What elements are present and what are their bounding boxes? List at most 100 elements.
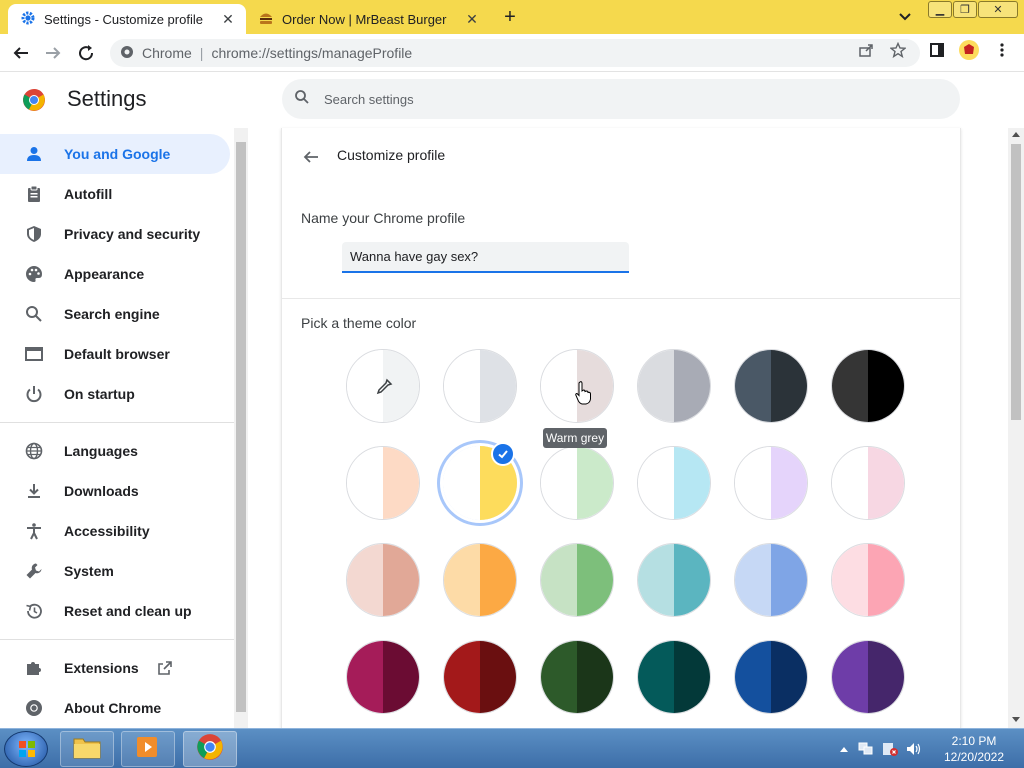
volume-icon[interactable] xyxy=(906,742,922,756)
network-icon[interactable] xyxy=(858,742,874,756)
theme-color-swatch[interactable] xyxy=(346,446,420,520)
maximize-icon[interactable]: ❐ xyxy=(953,1,977,18)
more-vert-icon[interactable] xyxy=(991,39,1013,61)
burger-icon xyxy=(258,10,274,29)
sidebar-item-label: System xyxy=(64,563,114,579)
sidebar-item-privacy-and-security[interactable]: Privacy and security xyxy=(0,214,230,254)
sidebar-item-extensions[interactable]: Extensions xyxy=(0,648,230,688)
theme-color-swatch[interactable] xyxy=(831,446,905,520)
chrome-chip-icon xyxy=(120,45,134,62)
chevron-down-icon[interactable] xyxy=(896,8,914,26)
swatch-right-half xyxy=(577,641,613,713)
theme-color-swatch[interactable] xyxy=(734,543,808,617)
theme-color-swatch[interactable] xyxy=(734,349,808,423)
tab-mrbeast-burger[interactable]: Order Now | MrBeast Burger ✕ xyxy=(250,4,490,34)
search-icon xyxy=(24,304,44,324)
theme-color-swatch[interactable] xyxy=(346,543,420,617)
sidebar-item-default-browser[interactable]: Default browser xyxy=(0,334,230,374)
swatch-right-half xyxy=(868,544,904,616)
selected-check-icon xyxy=(491,442,515,466)
theme-color-swatch[interactable] xyxy=(637,640,711,714)
sidebar-item-label: Reset and clean up xyxy=(64,603,192,619)
clock-date: 12/20/2022 xyxy=(943,750,1005,764)
section-divider xyxy=(282,298,960,299)
scroll-up-arrow-icon[interactable] xyxy=(1012,132,1020,137)
shield-icon xyxy=(24,224,44,244)
new-tab-button[interactable]: + xyxy=(498,7,522,29)
scrollbar-thumb[interactable] xyxy=(1011,144,1021,420)
main-scrollbar[interactable] xyxy=(1008,128,1024,728)
theme-color-swatch[interactable] xyxy=(831,543,905,617)
theme-color-swatch[interactable] xyxy=(831,349,905,423)
theme-color-swatch[interactable] xyxy=(637,446,711,520)
action-center-warning-icon[interactable] xyxy=(882,742,898,756)
close-tab-icon[interactable]: ✕ xyxy=(220,11,236,27)
close-tab-icon[interactable]: ✕ xyxy=(464,11,480,27)
scroll-down-arrow-icon[interactable] xyxy=(1012,717,1020,722)
address-bar[interactable]: Chrome | chrome://settings/manageProfile xyxy=(110,39,920,67)
swatch-left-half xyxy=(638,544,674,616)
tab-settings[interactable]: Settings - Customize profile ✕ xyxy=(8,4,246,34)
sidebar-item-search-engine[interactable]: Search engine xyxy=(0,294,230,334)
bookmark-star-icon[interactable] xyxy=(887,39,909,61)
theme-color-swatch[interactable] xyxy=(346,640,420,714)
theme-color-swatch[interactable] xyxy=(637,543,711,617)
theme-color-swatch[interactable] xyxy=(540,446,614,520)
chrome-taskbar-button[interactable] xyxy=(183,731,237,767)
theme-color-swatch[interactable] xyxy=(637,349,711,423)
show-hidden-icons-icon[interactable] xyxy=(840,746,848,752)
scrollbar-thumb[interactable] xyxy=(236,142,246,712)
back-arrow-icon[interactable] xyxy=(10,42,32,64)
sidebar-item-label: Autofill xyxy=(64,186,113,202)
sidebar-item-autofill[interactable]: Autofill xyxy=(0,174,230,214)
browser-toolbar: Chrome | chrome://settings/manageProfile xyxy=(0,34,1024,72)
start-button[interactable] xyxy=(4,731,48,767)
system-tray xyxy=(840,729,922,768)
sidebar-item-label: About Chrome xyxy=(64,700,162,716)
sidebar-item-downloads[interactable]: Downloads xyxy=(0,471,230,511)
swatch-right-half xyxy=(383,641,419,713)
minimize-icon[interactable]: ▁ xyxy=(928,1,952,18)
theme-color-swatch[interactable] xyxy=(540,640,614,714)
hand-cursor-icon xyxy=(575,381,591,410)
settings-search[interactable] xyxy=(282,79,960,119)
swatch-right-half xyxy=(674,447,710,519)
profile-avatar-icon[interactable] xyxy=(958,39,980,61)
sidebar-item-languages[interactable]: Languages xyxy=(0,431,230,471)
theme-color-swatch[interactable] xyxy=(443,543,517,617)
profile-name-input[interactable] xyxy=(342,242,629,273)
swatch-left-half xyxy=(638,447,674,519)
file-explorer-taskbar-button[interactable] xyxy=(60,731,114,767)
swatch-left-half xyxy=(735,641,771,713)
share-icon[interactable] xyxy=(855,39,877,61)
sidebar-item-system[interactable]: System xyxy=(0,551,230,591)
custom-color-swatch[interactable] xyxy=(346,349,420,423)
sidebar-item-accessibility[interactable]: Accessibility xyxy=(0,511,230,551)
sidebar-scrollbar[interactable] xyxy=(234,128,248,728)
swatch-right-half xyxy=(771,350,807,422)
swatch-left-half xyxy=(444,544,480,616)
sidebar-item-you-and-google[interactable]: You and Google xyxy=(0,134,230,174)
swatch-right-half xyxy=(480,544,516,616)
theme-color-swatch[interactable] xyxy=(831,640,905,714)
sidebar-item-reset-and-clean-up[interactable]: Reset and clean up xyxy=(0,591,230,631)
tab-title: Settings - Customize profile xyxy=(44,11,203,27)
sidebar-item-on-startup[interactable]: On startup xyxy=(0,374,230,414)
theme-color-swatch[interactable] xyxy=(443,349,517,423)
media-player-taskbar-button[interactable] xyxy=(121,731,175,767)
theme-color-swatch[interactable] xyxy=(443,640,517,714)
side-panel-icon[interactable] xyxy=(926,39,948,61)
theme-color-swatch[interactable] xyxy=(734,446,808,520)
sidebar-item-appearance[interactable]: Appearance xyxy=(0,254,230,294)
theme-color-swatch[interactable] xyxy=(540,543,614,617)
close-window-icon[interactable]: ✕ xyxy=(978,1,1018,18)
puzzle-icon xyxy=(24,658,44,678)
taskbar-clock[interactable]: 2:10 PM 12/20/2022 xyxy=(936,733,1012,765)
palette-icon xyxy=(24,264,44,284)
sidebar-item-about-chrome[interactable]: About Chrome xyxy=(0,688,230,728)
reload-icon[interactable] xyxy=(75,42,97,64)
search-input[interactable] xyxy=(324,91,924,107)
forward-arrow-icon[interactable] xyxy=(42,42,64,64)
back-arrow-icon[interactable] xyxy=(300,146,322,168)
theme-color-swatch[interactable] xyxy=(734,640,808,714)
